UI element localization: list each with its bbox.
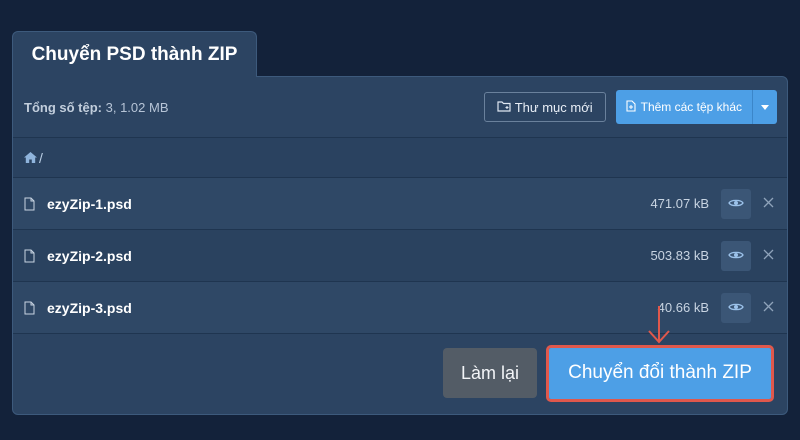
caret-down-icon: [761, 102, 769, 112]
new-folder-label: Thư mục mới: [514, 99, 593, 115]
file-name: ezyZip-1.psd: [47, 195, 132, 212]
tab-title: Chuyển PSD thành ZIP: [31, 43, 238, 65]
pointer-arrow-icon: [644, 305, 674, 350]
toolbar: Tổng số tệp: 3, 1.02 MB Thư mục mới Thêm…: [13, 77, 787, 138]
reset-label: Làm lại: [460, 362, 520, 383]
close-icon: [763, 299, 774, 317]
file-name: ezyZip-3.psd: [47, 299, 132, 316]
add-files-label: Thêm các tệp khác: [640, 100, 742, 114]
folder-plus-icon: [497, 100, 511, 115]
remove-file-button[interactable]: [761, 301, 775, 315]
tab-convert-psd-zip[interactable]: Chuyển PSD thành ZIP: [12, 31, 257, 77]
total-files: Tổng số tệp: 3, 1.02 MB: [24, 100, 169, 115]
close-icon: [763, 195, 774, 213]
add-files-button[interactable]: Thêm các tệp khác: [615, 90, 752, 124]
remove-file-button[interactable]: [761, 197, 775, 211]
file-name: ezyZip-2.psd: [47, 247, 132, 264]
total-label: Tổng số tệp:: [24, 99, 102, 115]
convert-to-zip-button[interactable]: Chuyển đổi thành ZIP: [549, 347, 771, 399]
file-row: ezyZip-1.psd 471.07 kB: [13, 178, 787, 230]
close-icon: [763, 247, 774, 265]
eye-icon: [728, 247, 744, 265]
preview-button[interactable]: [721, 240, 751, 271]
breadcrumb-path: /: [39, 149, 43, 166]
total-value: 3, 1.02 MB: [105, 99, 169, 115]
eye-icon: [728, 299, 744, 317]
preview-button[interactable]: [721, 292, 751, 323]
file-row: ezyZip-2.psd 503.83 kB: [13, 230, 787, 282]
add-files-group: Thêm các tệp khác: [615, 90, 777, 124]
reset-button[interactable]: Làm lại: [443, 348, 537, 398]
file-icon: [24, 197, 38, 211]
convert-label: Chuyển đổi thành ZIP: [568, 362, 752, 383]
home-icon[interactable]: [24, 152, 37, 163]
file-plus-icon: [626, 99, 636, 115]
breadcrumb: /: [13, 138, 787, 178]
file-icon: [24, 249, 38, 263]
file-size: 503.83 kB: [650, 248, 709, 263]
add-files-dropdown-button[interactable]: [752, 90, 777, 124]
preview-button[interactable]: [721, 188, 751, 219]
new-folder-button[interactable]: Thư mục mới: [483, 92, 606, 122]
file-size: 471.07 kB: [650, 196, 709, 211]
highlight-box: Chuyển đổi thành ZIP: [546, 344, 774, 402]
file-icon: [24, 301, 38, 315]
remove-file-button[interactable]: [761, 249, 775, 263]
eye-icon: [728, 195, 744, 213]
file-panel: Tổng số tệp: 3, 1.02 MB Thư mục mới Thêm…: [12, 76, 788, 415]
